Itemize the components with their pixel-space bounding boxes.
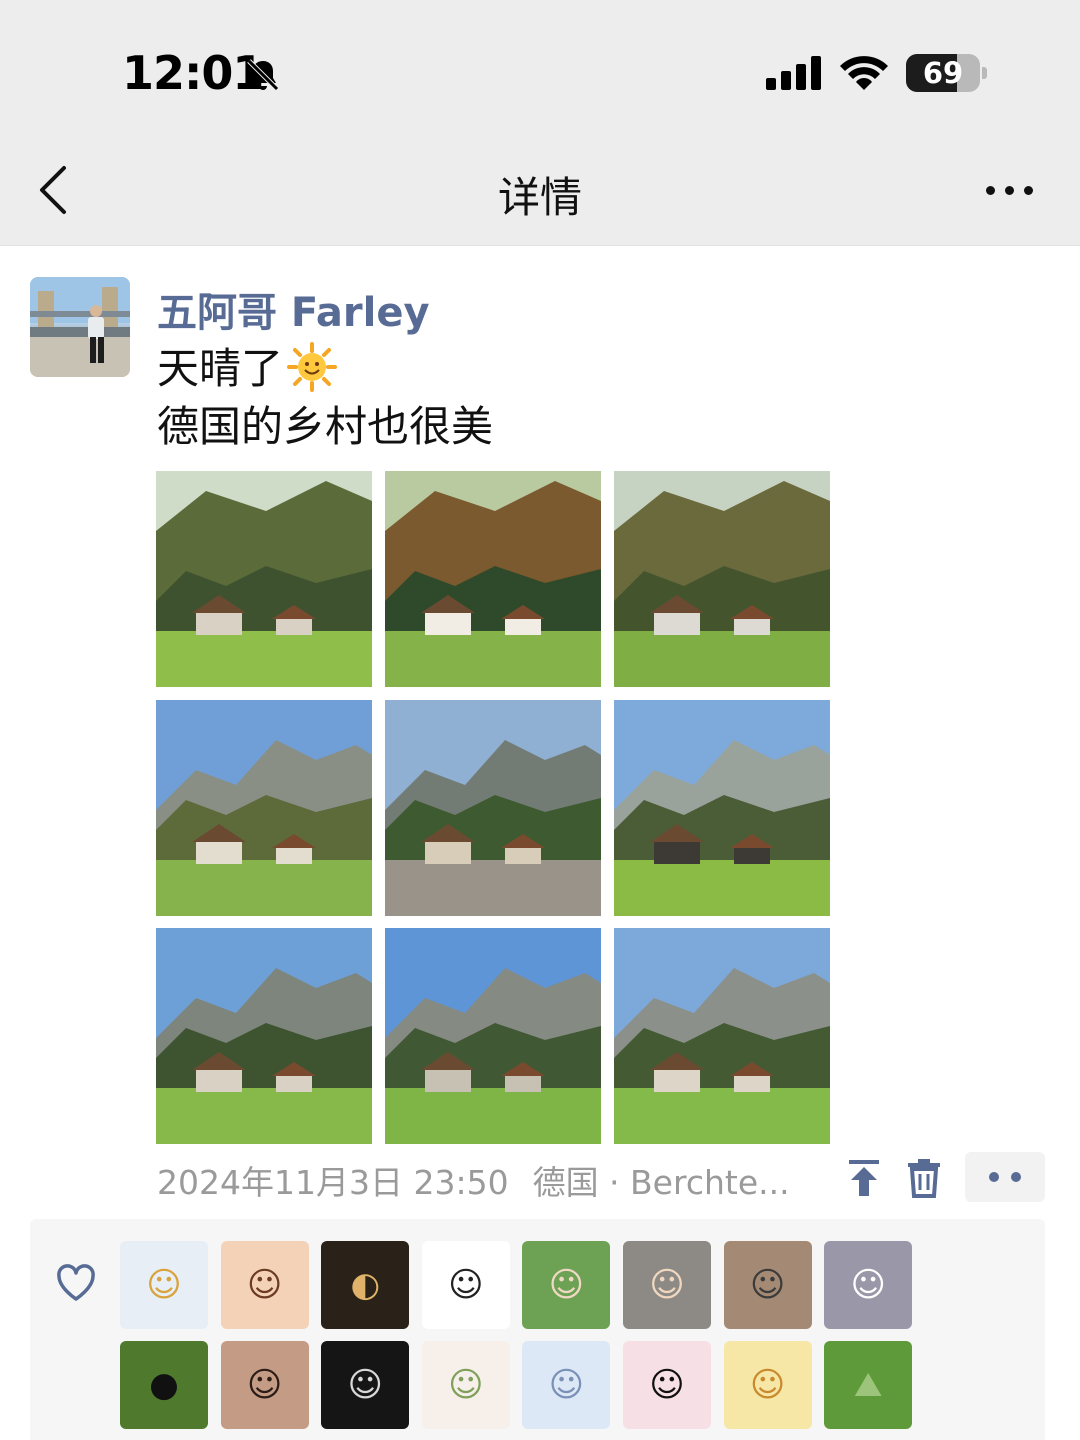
- photo-valley-field[interactable]: [614, 928, 830, 1144]
- battery-indicator: 69: [906, 54, 988, 92]
- post-text: 天晴了 德国的乡村也很美: [157, 340, 493, 456]
- liker-avatar[interactable]: ☺: [220, 1241, 309, 1329]
- liker-avatar[interactable]: ☺: [623, 1241, 711, 1329]
- pin-top-icon[interactable]: [846, 1158, 882, 1198]
- avatar-image: [30, 277, 130, 377]
- post-meta: 2024年11月3日 23:50 德国 · Berchte...: [157, 1156, 808, 1204]
- liker-avatar[interactable]: ☺: [623, 1341, 711, 1429]
- liker-girl-orange-icon: ☺: [246, 1265, 283, 1305]
- liker-avatar[interactable]: ⛰: [824, 1341, 913, 1429]
- photo-mountain-tree[interactable]: [156, 699, 372, 916]
- liker-avatar[interactable]: ☺: [723, 1341, 812, 1429]
- author-avatar[interactable]: [30, 277, 130, 377]
- liker-avatar[interactable]: ◐: [321, 1241, 410, 1329]
- sun-emoji-icon: [287, 342, 338, 392]
- liker-cat-brown-icon: ☺: [749, 1265, 786, 1305]
- comment-like-menu-button[interactable]: [965, 1152, 1045, 1202]
- liker-cartoon-boy-icon: ☺: [649, 1365, 685, 1405]
- photo-village-valley[interactable]: [614, 471, 830, 687]
- silent-bell-icon: [247, 59, 279, 91]
- liker-avatar[interactable]: ☺: [220, 1341, 309, 1429]
- liker-avatar[interactable]: ☺: [421, 1241, 510, 1329]
- liker-avatar[interactable]: ☺: [824, 1241, 913, 1329]
- liker-grass-girl-icon: ☺: [548, 1265, 585, 1305]
- liker-avatar[interactable]: ●: [120, 1341, 208, 1429]
- liker-avatar[interactable]: ☺: [723, 1241, 812, 1329]
- liker-cartoon-sketch-icon: ☺: [448, 1365, 484, 1405]
- author-name[interactable]: 五阿哥 Farley: [157, 280, 430, 338]
- liker-grass-field-icon: ⛰: [853, 1365, 883, 1405]
- liker-avatar[interactable]: ☺: [120, 1241, 208, 1329]
- post-location[interactable]: 德国 · Berchte...: [533, 1163, 790, 1202]
- likes-panel: ☺ ☺ ◐ ☺ ☺ ☺ ☺ ☺ ● ☺ ☺ ☺ ☺ ☺ ☺ ⛰: [30, 1219, 1045, 1440]
- liker-anime-girl-blue-icon: ☺: [548, 1365, 585, 1405]
- liker-green-hood-icon: ●: [149, 1365, 179, 1405]
- delete-trash-icon[interactable]: [906, 1158, 942, 1198]
- post-text-line-1: 天晴了: [157, 340, 493, 398]
- liker-avatar[interactable]: ☺: [421, 1341, 510, 1429]
- photo-chalet-forest[interactable]: [385, 471, 601, 687]
- liker-cat-cake-icon: ☺: [749, 1365, 786, 1405]
- more-options-button[interactable]: [986, 186, 1034, 196]
- photo-mountains-meadow[interactable]: [156, 928, 372, 1144]
- photo-mountain-street[interactable]: [385, 699, 601, 916]
- page-title: 详情: [497, 173, 582, 222]
- photo-alpine-house[interactable]: [614, 699, 830, 916]
- top-bar: 12:01 69 详情: [0, 0, 1080, 246]
- heart-outline-icon: [57, 1264, 95, 1301]
- liker-dark-figure-icon: ☺: [347, 1365, 383, 1405]
- liker-avatar[interactable]: ☺: [522, 1341, 611, 1429]
- photo-grid: [156, 471, 830, 1144]
- photo-mountain-path[interactable]: [385, 928, 601, 1144]
- liker-window-light-icon: ◐: [350, 1265, 381, 1305]
- post-timestamp: 2024年11月3日 23:50: [157, 1163, 509, 1202]
- wifi-icon: [840, 56, 888, 90]
- liker-anime-boy-icon: ☺: [146, 1265, 182, 1305]
- photo-village-hillside[interactable]: [156, 471, 372, 687]
- cellular-signal-icon: [766, 56, 821, 90]
- status-time: 12:01: [122, 46, 264, 100]
- liker-avatar[interactable]: ☺: [522, 1241, 611, 1329]
- liker-doodle-icon: ☺: [448, 1265, 484, 1305]
- liker-avatar[interactable]: ☺: [321, 1341, 410, 1429]
- liker-cat-meme-icon: ☺: [850, 1265, 886, 1305]
- liker-boy-phone-icon: ☺: [649, 1265, 685, 1305]
- liker-girl-teddy-icon: ☺: [246, 1365, 283, 1405]
- post-text-line-2: 德国的乡村也很美: [157, 402, 494, 451]
- post-text-content-1: 天晴了: [157, 344, 284, 393]
- battery-percent: 69: [922, 56, 964, 90]
